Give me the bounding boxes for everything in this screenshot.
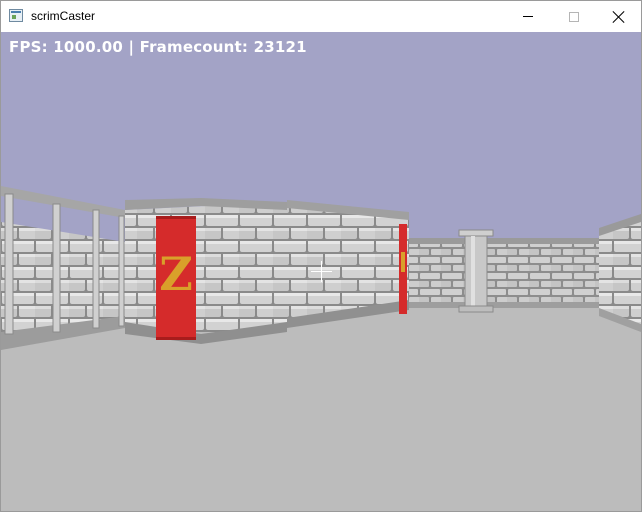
framecount-value: 23121 [253, 38, 307, 56]
right-wall [599, 214, 641, 332]
crosshair-icon [311, 261, 332, 282]
front-wall-right [287, 200, 409, 328]
game-window: scrimCaster Z FPS: 1000.00 | Framecount:… [0, 0, 642, 512]
framecount-label: Framecount: [139, 38, 249, 56]
banner-letter: Z [159, 247, 193, 301]
close-icon [613, 11, 625, 23]
minimize-icon [523, 16, 533, 17]
game-viewport[interactable]: Z FPS: 1000.00 | Framecount: 23121 [1, 32, 641, 511]
hud-separator: | [128, 38, 135, 56]
maximize-button[interactable] [551, 1, 597, 32]
fps-counter: FPS: 1000.00 | Framecount: 23121 [9, 38, 307, 56]
fps-label: FPS: [9, 38, 48, 56]
title-bar[interactable]: scrimCaster [1, 1, 641, 32]
maximize-icon [569, 11, 579, 22]
close-button[interactable] [596, 1, 641, 32]
back-wall [409, 238, 599, 308]
front-wall-left [125, 198, 287, 344]
app-window-icon [9, 9, 23, 22]
minimize-button[interactable] [505, 1, 551, 32]
window-title: scrimCaster [31, 9, 96, 23]
red-banner: Z [156, 216, 196, 340]
red-banner-side [399, 224, 407, 314]
fps-value: 1000.00 [53, 38, 124, 56]
